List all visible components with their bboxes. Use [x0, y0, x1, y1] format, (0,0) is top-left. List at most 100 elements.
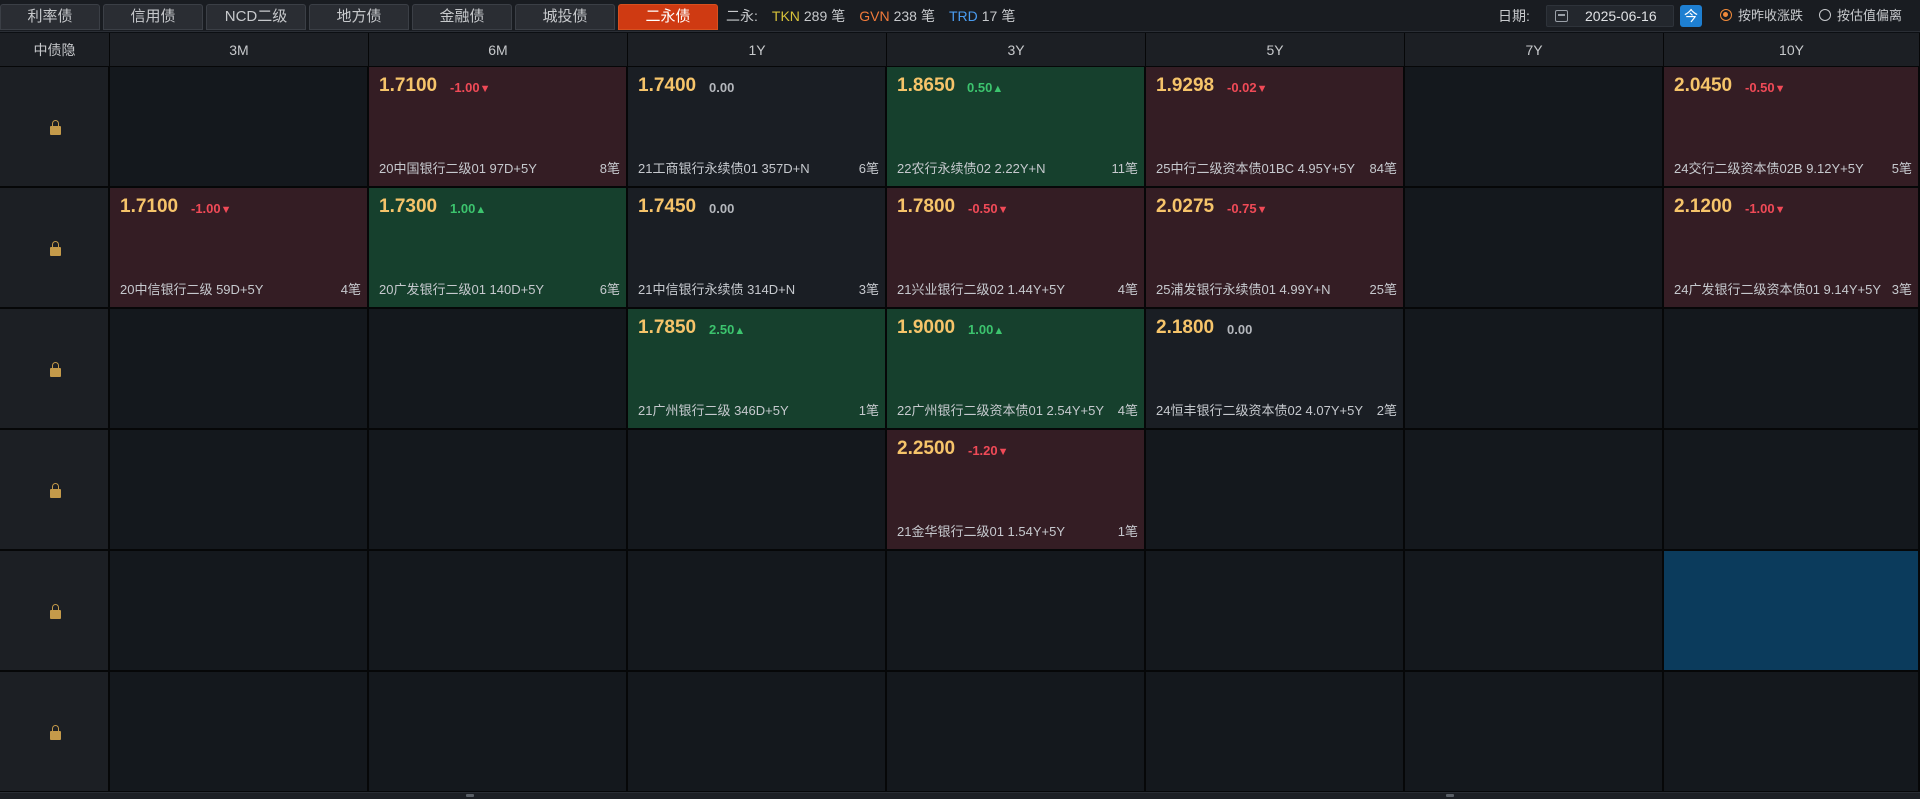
empty-cell[interactable] [110, 309, 369, 430]
arrow-down-icon: ▼ [997, 204, 1009, 216]
change-value: 0.00 [1227, 322, 1252, 337]
radio-label: 按估值偏离 [1837, 8, 1903, 23]
tab-4[interactable]: 地方债 [309, 4, 409, 30]
empty-cell[interactable] [369, 309, 628, 430]
empty-cell[interactable] [1405, 672, 1664, 793]
yield-value: 2.2500 [897, 438, 956, 459]
empty-cell[interactable] [1146, 430, 1405, 551]
radio-dot-icon[interactable] [1819, 9, 1831, 21]
today-button[interactable]: 今 [1680, 5, 1702, 27]
column-header[interactable]: 10Y [1664, 33, 1920, 67]
date-picker[interactable]: 2025-06-16 [1546, 5, 1674, 27]
quote-cell[interactable]: 2.0275 -0.75▼ 25浦发银行永续债01 4.99Y+N 25笔 [1146, 188, 1405, 309]
quote-cell[interactable]: 2.2500 -1.20▼ 21金华银行二级01 1.54Y+5Y 1笔 [887, 430, 1146, 551]
tab-5[interactable]: 金融债 [412, 4, 512, 30]
column-header[interactable]: 6M [369, 33, 628, 67]
empty-cell[interactable] [1664, 430, 1920, 551]
empty-cell[interactable] [369, 551, 628, 672]
bond-name: 20中国银行二级01 97D+5Y [379, 161, 537, 176]
bond-name: 22农行永续债02 2.22Y+N [897, 161, 1046, 176]
arrow-up-icon: ▲ [993, 325, 1005, 337]
arrow-up-icon: ▲ [992, 83, 1004, 95]
quote-cell[interactable]: 1.9298 -0.02▼ 25中行二级资本债01BC 4.95Y+5Y 84笔 [1146, 67, 1405, 188]
stat-name: TKN [771, 8, 800, 24]
change-value: -0.75▼ [1227, 201, 1268, 216]
radio-option-2[interactable]: 按估值偏离 [1819, 0, 1902, 32]
empty-cell[interactable] [110, 67, 369, 188]
quote-cell[interactable]: 1.9000 1.00▲ 22广州银行二级资本债01 2.54Y+5Y 4笔 [887, 309, 1146, 430]
change-number: 0.50 [967, 80, 993, 95]
empty-cell[interactable] [1146, 551, 1405, 672]
empty-cell[interactable] [369, 430, 628, 551]
quote-cell[interactable]: 1.8650 0.50▲ 22农行永续债02 2.22Y+N 11笔 [887, 67, 1146, 188]
empty-cell[interactable] [1664, 672, 1920, 793]
horizontal-scrollbar[interactable] [0, 792, 1920, 799]
empty-cell[interactable] [1405, 430, 1664, 551]
quote-cell[interactable]: 1.7450 0.00 21中信银行永续债 314D+N 3笔 [628, 188, 887, 309]
column-header[interactable]: 5Y [1146, 33, 1405, 67]
empty-cell[interactable] [1405, 67, 1664, 188]
change-value: -1.00▼ [1745, 201, 1786, 216]
tab-1[interactable]: 利率债 [0, 4, 100, 30]
bond-name: 22广州银行二级资本债01 2.54Y+5Y [897, 403, 1104, 418]
bond-name: 24交行二级资本债02B 9.12Y+5Y [1674, 161, 1864, 176]
arrow-down-icon: ▼ [479, 83, 491, 95]
column-header[interactable]: 3M [110, 33, 369, 67]
quote-cell[interactable]: 1.7850 2.50▲ 21广州银行二级 346D+5Y 1笔 [628, 309, 887, 430]
empty-cell[interactable] [110, 672, 369, 793]
stat-count: 238 [893, 8, 917, 24]
empty-cell[interactable] [1405, 309, 1664, 430]
empty-cell[interactable] [628, 551, 887, 672]
trade-count: 1笔 [858, 403, 879, 418]
change-number: -1.00 [1745, 201, 1775, 216]
empty-cell[interactable] [1664, 309, 1920, 430]
yield-value: 1.7400 [638, 75, 697, 96]
tab-6[interactable]: 城投债 [515, 4, 615, 30]
trade-count: 25笔 [1369, 282, 1397, 297]
quote-cell[interactable]: 2.1800 0.00 24恒丰银行二级资本债02 4.07Y+5Y 2笔 [1146, 309, 1405, 430]
column-header[interactable]: 1Y [628, 33, 887, 67]
quote-cell[interactable]: 1.7300 1.00▲ 20广发银行二级01 140D+5Y 6笔 [369, 188, 628, 309]
column-header[interactable]: 3Y [887, 33, 1146, 67]
lock-icon [50, 724, 61, 740]
resize-handle-icon[interactable] [1446, 794, 1454, 797]
empty-cell[interactable] [110, 551, 369, 672]
radio-dot-icon[interactable] [1720, 9, 1732, 21]
date-value[interactable]: 2025-06-16 [1585, 6, 1657, 26]
yield-value: 1.9298 [1156, 75, 1215, 96]
quote-cell[interactable]: 2.0450 -0.50▼ 24交行二级资本债02B 9.12Y+5Y 5笔 [1664, 67, 1920, 188]
change-number: -0.50 [968, 201, 998, 216]
tab-3[interactable]: NCD二级 [206, 4, 306, 30]
quote-cell[interactable]: 1.7800 -0.50▼ 21兴业银行二级02 1.44Y+5Y 4笔 [887, 188, 1146, 309]
stat-unit: 笔 [1001, 8, 1016, 24]
column-header[interactable]: 7Y [1405, 33, 1664, 67]
quote-cell[interactable]: 1.7400 0.00 21工商银行永续债01 357D+N 6笔 [628, 67, 887, 188]
quote-cell[interactable]: 1.7100 -1.00▼ 20中信银行二级 59D+5Y 4笔 [110, 188, 369, 309]
quote-cell[interactable]: 2.1200 -1.00▼ 24广发银行二级资本债01 9.14Y+5Y 3笔 [1664, 188, 1920, 309]
empty-cell[interactable] [887, 672, 1146, 793]
quote-cell[interactable]: 1.7100 -1.00▼ 20中国银行二级01 97D+5Y 8笔 [369, 67, 628, 188]
trade-count: 2笔 [1376, 403, 1397, 418]
empty-cell[interactable] [628, 430, 887, 551]
empty-cell[interactable] [1405, 188, 1664, 309]
radio-option-1[interactable]: 按昨收涨跌 [1720, 0, 1803, 32]
empty-cell[interactable] [628, 672, 887, 793]
tab-2[interactable]: 信用债 [103, 4, 203, 30]
resize-handle-icon[interactable] [466, 794, 474, 797]
tab-7[interactable]: 二永债 [618, 4, 718, 30]
trade-count: 8笔 [599, 161, 620, 176]
change-value: -0.50▼ [1745, 80, 1786, 95]
empty-cell[interactable] [1405, 551, 1664, 672]
bond-name: 21金华银行二级01 1.54Y+5Y [897, 524, 1065, 539]
yield-value: 1.7100 [120, 196, 179, 217]
yield-value: 1.7850 [638, 317, 697, 338]
bond-name: 25中行二级资本债01BC 4.95Y+5Y [1156, 161, 1356, 176]
change-value: -1.20▼ [968, 443, 1009, 458]
empty-cell[interactable] [1664, 551, 1920, 672]
empty-cell[interactable] [887, 551, 1146, 672]
empty-cell[interactable] [369, 672, 628, 793]
trade-count: 84笔 [1369, 161, 1397, 176]
calendar-icon[interactable] [1555, 10, 1568, 22]
empty-cell[interactable] [110, 430, 369, 551]
empty-cell[interactable] [1146, 672, 1405, 793]
